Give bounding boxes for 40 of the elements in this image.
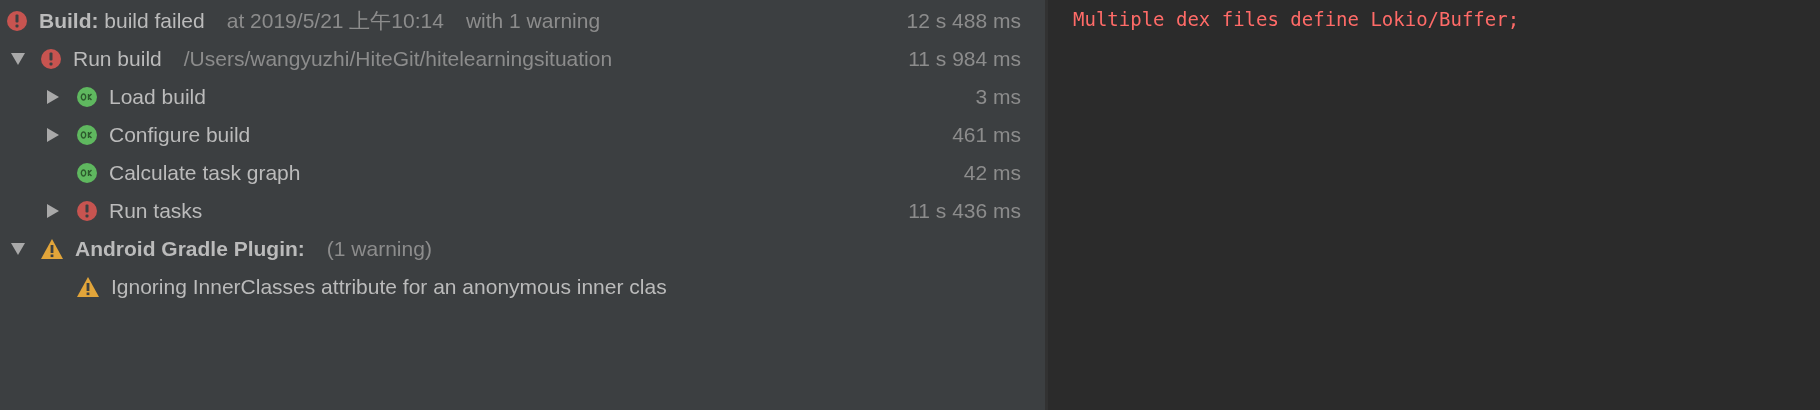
collapse-arrow-icon[interactable]	[10, 242, 26, 256]
warning-count: with 1 warning	[465, 8, 601, 35]
node-label: Run build	[73, 46, 162, 73]
tree-row[interactable]: Calculate task graph 42 ms	[0, 154, 1045, 192]
duration: 461 ms	[952, 122, 1021, 149]
node-label: Android Gradle Plugin:	[75, 236, 305, 263]
tree-row[interactable]: Run tasks 11 s 436 ms	[0, 192, 1045, 230]
node-label: Calculate task graph	[109, 160, 301, 187]
tree-row[interactable]: Android Gradle Plugin: (1 warning)	[0, 230, 1045, 268]
duration: 3 ms	[975, 84, 1021, 111]
node-label: Configure build	[109, 122, 251, 149]
collapse-arrow-icon[interactable]	[10, 52, 26, 66]
console-error-line: Multiple dex files define Lokio/Buffer;	[1073, 7, 1521, 32]
error-icon	[6, 10, 28, 32]
node-detail: (1 warning)	[326, 236, 432, 263]
expand-arrow-icon[interactable]	[46, 89, 60, 105]
duration: 42 ms	[963, 160, 1021, 187]
node-detail: at 2019/5/21 上午10:14	[226, 8, 444, 35]
node-label: Run tasks	[109, 198, 203, 225]
node-label: Ignoring InnerClasses attribute for an anonymous inner clas	[111, 274, 667, 301]
tree-row[interactable]: Build: build failed at 2019/5/21 上午10:14 with 1 warning 12 s 488 ms	[0, 2, 1045, 40]
error-icon	[76, 200, 98, 222]
tree-row[interactable]: Configure build 461 ms	[0, 116, 1045, 154]
expand-arrow-icon[interactable]	[46, 127, 60, 143]
node-label: Load build	[109, 84, 206, 111]
ok-icon	[76, 162, 98, 184]
duration: 11 s 984 ms	[908, 46, 1021, 73]
warning-icon	[40, 238, 64, 260]
duration: 11 s 436 ms	[908, 198, 1021, 225]
expand-arrow-icon[interactable]	[46, 203, 60, 219]
node-detail: /Users/wangyuzhi/HiteGit/hitelearningsituation	[183, 46, 613, 73]
error-icon	[40, 48, 62, 70]
tree-row[interactable]: Load build 3 ms	[0, 78, 1045, 116]
duration: 12 s 488 ms	[906, 8, 1021, 35]
tree-row[interactable]: Run build /Users/wangyuzhi/HiteGit/hitelearningsituation 11 s 984 ms	[0, 40, 1045, 78]
tree-row[interactable]: Ignoring InnerClasses attribute for an anonymous inner clas	[0, 268, 1045, 306]
node-label: Build: build failed	[39, 8, 205, 35]
ok-icon	[76, 124, 98, 146]
warning-icon	[76, 276, 100, 298]
ok-icon	[76, 86, 98, 108]
